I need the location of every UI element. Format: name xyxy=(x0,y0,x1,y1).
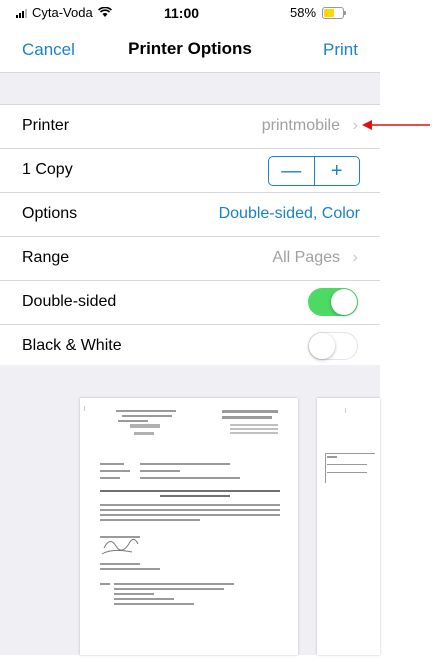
increment-button[interactable]: + xyxy=(315,157,360,185)
double-sided-toggle[interactable] xyxy=(308,288,358,316)
battery-icon xyxy=(322,6,347,19)
printer-value: printmobile xyxy=(261,117,340,134)
double-sided-label: Double-sided xyxy=(22,293,117,310)
black-white-toggle[interactable] xyxy=(308,332,358,360)
page-preview-thumbnail[interactable] xyxy=(80,398,298,655)
clock: 11:00 xyxy=(164,5,200,21)
print-preview-area[interactable] xyxy=(0,365,380,655)
range-label: Range xyxy=(22,249,70,266)
battery-group: 58% xyxy=(290,5,347,20)
signal-icon xyxy=(16,8,27,18)
printer-label: Printer xyxy=(22,117,70,134)
wifi-icon xyxy=(97,7,112,17)
chevron-right-icon: › xyxy=(352,117,358,134)
chevron-right-icon: › xyxy=(352,249,358,266)
toggle-knob xyxy=(331,289,357,315)
options-label: Options xyxy=(22,205,78,222)
double-sided-row: Double-sided xyxy=(0,281,380,325)
print-button[interactable]: Print xyxy=(323,40,358,60)
status-bar: Cyta-Voda 11:00 58% xyxy=(0,0,380,26)
copies-label: 1 Copy xyxy=(22,161,73,178)
section-spacer xyxy=(0,72,380,105)
document-preview-image xyxy=(325,408,375,483)
options-value[interactable]: Double-sided, Color xyxy=(219,205,360,223)
printer-options-list: Printer printmobile › 1 Copy — + Options… xyxy=(0,104,380,368)
range-value: All Pages xyxy=(272,249,340,266)
battery-fill xyxy=(324,8,335,17)
carrier-name: Cyta-Voda xyxy=(32,5,93,20)
document-preview-image xyxy=(84,406,280,605)
annotation-arrow-icon xyxy=(362,120,430,130)
battery-tip xyxy=(344,10,347,15)
decrement-button[interactable]: — xyxy=(269,157,315,185)
printer-row[interactable]: Printer printmobile › xyxy=(0,105,380,149)
black-white-label: Black & White xyxy=(22,337,122,354)
black-white-row: Black & White xyxy=(0,325,380,368)
next-page-thumbnail[interactable] xyxy=(317,398,380,655)
options-row[interactable]: Options Double-sided, Color xyxy=(0,193,380,237)
copies-stepper: — + xyxy=(268,156,360,186)
copies-row: 1 Copy — + xyxy=(0,149,380,193)
navigation-bar: Cancel Printer Options Print xyxy=(0,26,380,72)
range-row[interactable]: Range All Pages › xyxy=(0,237,380,281)
carrier-group: Cyta-Voda xyxy=(16,5,112,20)
battery-percent: 58% xyxy=(290,5,317,20)
toggle-knob xyxy=(309,333,335,359)
